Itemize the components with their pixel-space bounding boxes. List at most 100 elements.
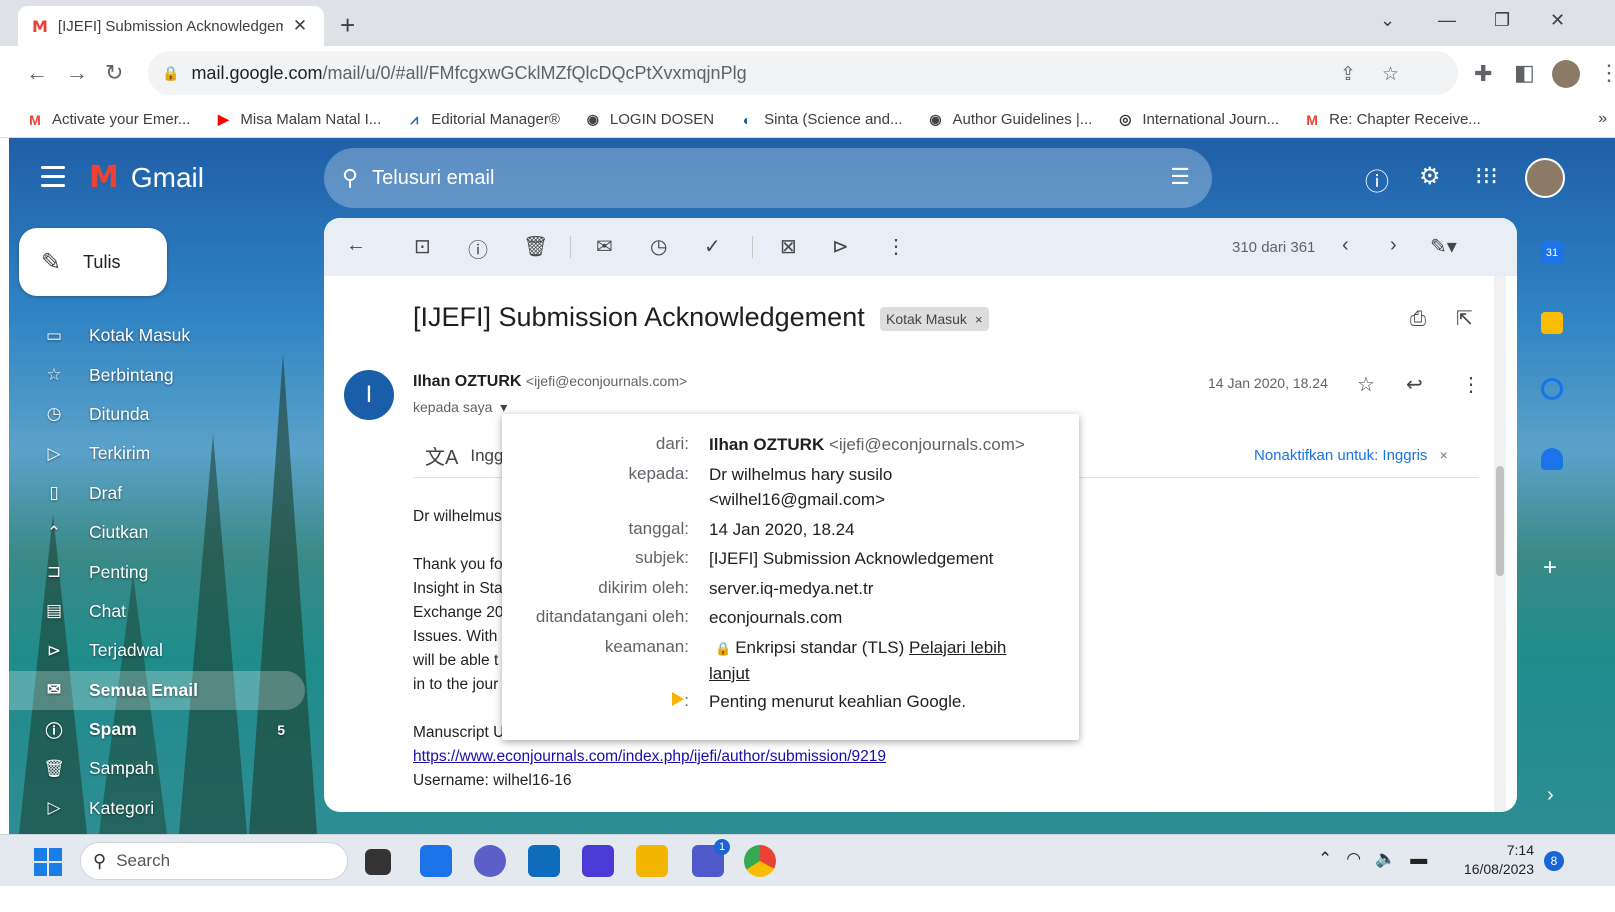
new-tab-icon[interactable]: +	[340, 10, 355, 41]
system-clock[interactable]: 7:14 16/08/2023	[1452, 841, 1534, 879]
calendar-icon[interactable]: 31	[1541, 242, 1563, 264]
older-message-icon[interactable]: ›	[1390, 234, 1397, 257]
remove-label-icon[interactable]: ×	[975, 312, 983, 327]
editor-app-icon[interactable]	[582, 845, 614, 877]
submission-link[interactable]: https://www.econjournals.com/index.php/i…	[413, 748, 886, 766]
reload-icon[interactable]: ↻	[105, 60, 123, 86]
contacts-icon[interactable]	[1541, 448, 1563, 470]
tab-search-icon[interactable]: ⌄	[1380, 10, 1395, 31]
widgets-icon[interactable]	[420, 845, 452, 877]
caret-down-icon[interactable]: ▾	[500, 399, 507, 415]
minimize-icon[interactable]: —	[1438, 10, 1456, 31]
compose-button[interactable]: ✎ Tulis	[19, 228, 167, 296]
bookmark-item[interactable]: ◉ Author Guidelines |...	[927, 111, 1092, 128]
chat-app-icon[interactable]	[474, 845, 506, 877]
sidebar-item-penting[interactable]: ⊐ Penting	[9, 552, 305, 591]
gmail-logo[interactable]: M Gmail	[89, 160, 204, 195]
bookmark-item[interactable]: ◎ International Journ...	[1116, 111, 1279, 128]
sidebar-item-chat[interactable]: ▤ Chat	[9, 592, 305, 631]
start-windows-icon[interactable]	[34, 848, 62, 876]
volume-icon[interactable]: 🔈	[1375, 849, 1396, 869]
search-icon[interactable]: ⚲	[342, 165, 358, 191]
file-explorer-icon[interactable]	[636, 845, 668, 877]
side-panel-icon[interactable]: ◧	[1514, 60, 1535, 86]
browser-tab[interactable]: M [IJEFI] Submission Acknowledgement ✕	[18, 6, 324, 46]
taskbar-search[interactable]: ⚲ Search	[80, 842, 348, 880]
bookmarks-overflow-icon[interactable]: »	[1598, 110, 1607, 128]
translate-disable-label[interactable]: Nonaktifkan untuk: Inggris	[1254, 447, 1427, 464]
notification-badge[interactable]: 8	[1544, 851, 1564, 871]
bookmark-item[interactable]: ◉ LOGIN DOSEN	[584, 111, 714, 128]
menu-kebab-icon[interactable]: ⋮	[1598, 60, 1615, 86]
mail-app-icon[interactable]	[528, 845, 560, 877]
translate-disable[interactable]: Nonaktifkan untuk: Inggris ×	[1254, 447, 1448, 464]
sidebar-item-kategori[interactable]: ▷ Kategori	[9, 789, 305, 828]
bookmark-item[interactable]: ◐ Sinta (Science and...	[738, 111, 903, 128]
restore-icon[interactable]: ❐	[1494, 10, 1510, 31]
account-avatar[interactable]	[1525, 158, 1565, 198]
add-addon-icon[interactable]: +	[1543, 554, 1557, 582]
forward-icon[interactable]: →	[66, 60, 88, 86]
expand-panel-icon[interactable]: ›	[1547, 784, 1554, 807]
archive-icon[interactable]: ⊡	[414, 234, 431, 259]
sidebar-item-terjadwal[interactable]: ⊳ Terjadwal	[9, 631, 305, 670]
teams-icon[interactable]: 1	[692, 839, 730, 877]
star-icon[interactable]: ☆	[1357, 372, 1375, 397]
report-spam-icon[interactable]: ⓘ	[468, 234, 488, 263]
search-input[interactable]: Telusuri email	[372, 167, 494, 190]
extensions-icon[interactable]: ✚	[1474, 61, 1492, 87]
sidebar-item-draf[interactable]: ▯ Draf	[9, 474, 305, 513]
snooze-icon[interactable]: ◷	[650, 234, 667, 259]
label-icon[interactable]: ⊳	[832, 234, 849, 259]
translate-close-icon[interactable]: ×	[1440, 447, 1448, 463]
message-scrollbar[interactable]	[1494, 276, 1506, 812]
wifi-icon[interactable]: ◠	[1346, 849, 1361, 869]
search-bar[interactable]: ⚲ Telusuri email ☰	[324, 148, 1212, 208]
learn-more-link[interactable]: Pelajari lebih	[909, 638, 1006, 657]
delete-icon[interactable]: 🗑	[523, 234, 548, 259]
reply-icon[interactable]: ↩	[1406, 372, 1423, 397]
back-to-list-icon[interactable]: ←	[346, 234, 366, 257]
label-chip[interactable]: Kotak Masuk ×	[880, 307, 989, 331]
sidebar-item-ciutkan[interactable]: ⌃ Ciutkan	[9, 513, 305, 552]
sidebar-item-berbintang[interactable]: ☆ Berbintang	[9, 355, 305, 394]
move-to-icon[interactable]: ⊠	[780, 234, 797, 259]
input-tools-icon[interactable]: ✎▾	[1430, 234, 1457, 259]
scrollbar-thumb[interactable]	[1496, 466, 1504, 576]
recipient-toggle[interactable]: kepada saya ▾	[413, 399, 507, 416]
tab-close-icon[interactable]: ✕	[293, 16, 307, 36]
task-view-icon[interactable]	[365, 849, 391, 875]
help-icon[interactable]: ⓘ	[1365, 162, 1389, 197]
close-window-icon[interactable]: ✕	[1550, 10, 1565, 31]
keep-icon[interactable]	[1541, 312, 1563, 334]
add-task-icon[interactable]: ✓	[704, 234, 721, 259]
bookmark-item[interactable]: ▶ Misa Malam Natal I...	[214, 111, 381, 128]
bookmark-item[interactable]: M Activate your Emer...	[26, 111, 190, 128]
sidebar-item-spam[interactable]: ⓘ Spam 5	[9, 710, 305, 749]
mark-unread-icon[interactable]: ✉	[596, 234, 613, 259]
message-more-icon[interactable]: ⋮	[1461, 372, 1481, 397]
search-options-icon[interactable]: ☰	[1170, 164, 1190, 190]
open-new-window-icon[interactable]: ⇱	[1456, 306, 1473, 331]
sidebar-item-sampah[interactable]: 🗑 Sampah	[9, 749, 305, 788]
print-icon[interactable]: ⎙	[1410, 308, 1426, 331]
bookmark-star-icon[interactable]: ☆	[1382, 63, 1399, 86]
newer-message-icon[interactable]: ‹	[1342, 234, 1349, 257]
main-menu-icon[interactable]	[41, 166, 65, 193]
chrome-icon[interactable]	[744, 845, 776, 877]
back-icon[interactable]: ←	[26, 60, 48, 86]
sidebar-item-ditunda[interactable]: ◷ Ditunda	[9, 395, 305, 434]
bookmark-item[interactable]: ⩘ Editorial Manager®	[405, 111, 560, 128]
sender-name[interactable]: Ilhan OZTURK	[413, 373, 521, 390]
settings-gear-icon[interactable]: ⚙	[1419, 162, 1441, 191]
learn-more-link-cont[interactable]: lanjut	[709, 664, 750, 683]
apps-grid-icon[interactable]: ⁝⁝⁝	[1475, 162, 1498, 191]
bookmark-item[interactable]: M Re: Chapter Receive...	[1303, 111, 1481, 128]
battery-icon[interactable]: ▬	[1410, 849, 1427, 869]
sidebar-item-kotak-masuk[interactable]: ▭ Kotak Masuk	[9, 316, 305, 355]
sidebar-item-semua-email[interactable]: ✉ Semua Email	[9, 670, 305, 710]
profile-avatar[interactable]	[1552, 60, 1580, 88]
more-options-icon[interactable]: ⋮	[886, 234, 906, 259]
share-icon[interactable]: ⇪	[1340, 63, 1356, 86]
address-bar[interactable]: 🔒 mail.google.com/mail/u/0/#all/FMfcgxwG…	[148, 51, 1458, 95]
